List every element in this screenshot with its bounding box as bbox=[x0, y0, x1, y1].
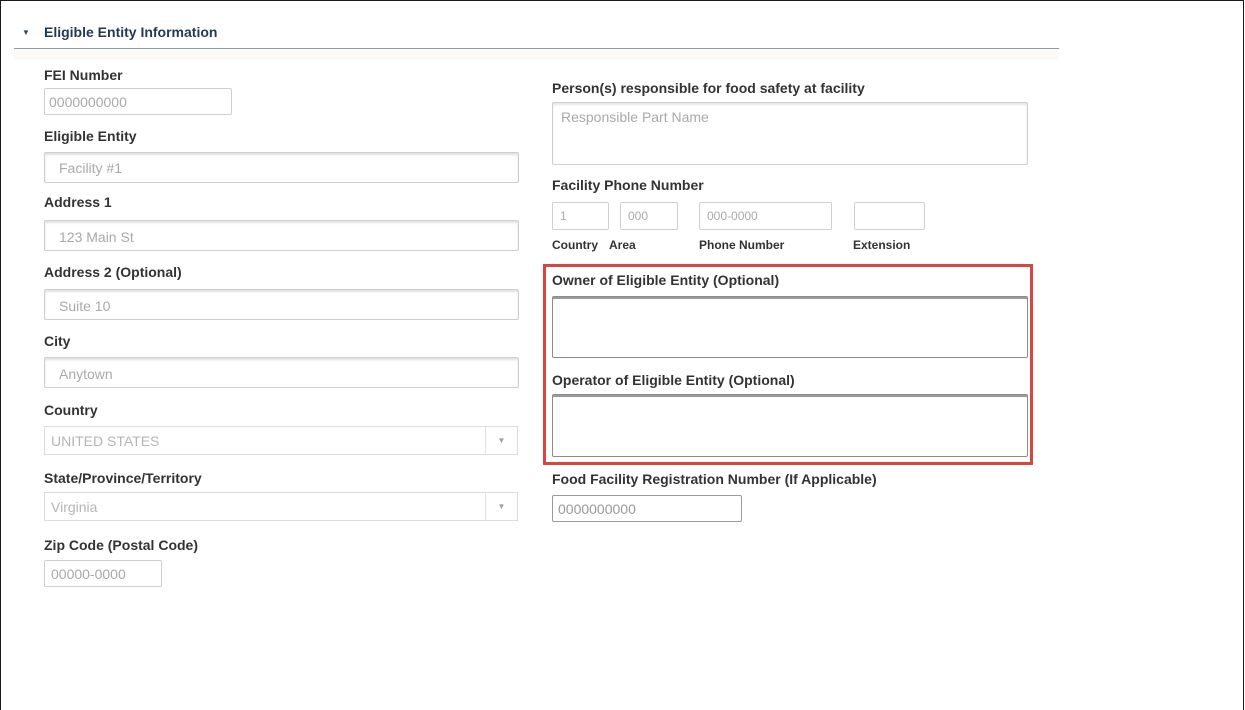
zip-input[interactable]: 00000-0000 bbox=[44, 560, 162, 587]
address1-label: Address 1 bbox=[44, 194, 112, 210]
caret-down-icon[interactable]: ▼ bbox=[22, 28, 30, 37]
phone-country-input[interactable]: 1 bbox=[552, 202, 609, 230]
fei-number-input[interactable]: 0000000000 bbox=[44, 88, 232, 115]
phone-extension-label: Extension bbox=[853, 238, 911, 252]
phone-label: Facility Phone Number bbox=[552, 177, 704, 193]
ffr-number-label: Food Facility Registration Number (If Ap… bbox=[552, 471, 877, 487]
phone-number-label: Phone Number bbox=[699, 238, 785, 252]
address2-input[interactable]: Suite 10 bbox=[44, 289, 519, 320]
phone-area-input[interactable]: 000 bbox=[620, 202, 678, 230]
section-body-tint bbox=[14, 50, 1059, 60]
phone-extension-input[interactable] bbox=[854, 202, 925, 230]
highlight-box bbox=[543, 264, 1033, 465]
country-select-value: UNITED STATES bbox=[51, 433, 160, 449]
section-title: Eligible Entity Information bbox=[44, 24, 218, 40]
city-label: City bbox=[44, 333, 71, 349]
address2-label: Address 2 (Optional) bbox=[44, 264, 182, 280]
phone-number-input[interactable]: 000-0000 bbox=[699, 202, 832, 230]
eligible-entity-input[interactable]: Facility #1 bbox=[44, 152, 519, 183]
address1-input[interactable]: 123 Main St bbox=[44, 220, 519, 251]
fei-number-label: FEI Number bbox=[44, 67, 123, 83]
dropdown-arrow-icon[interactable]: ▼ bbox=[485, 427, 517, 454]
country-select[interactable]: UNITED STATES ▼ bbox=[44, 426, 518, 455]
zip-label: Zip Code (Postal Code) bbox=[44, 537, 198, 553]
eligible-entity-label: Eligible Entity bbox=[44, 128, 137, 144]
phone-country-label: Country bbox=[552, 238, 598, 252]
dropdown-arrow-icon[interactable]: ▼ bbox=[485, 493, 517, 520]
state-select-value: Virginia bbox=[51, 499, 98, 515]
state-select[interactable]: Virginia ▼ bbox=[44, 492, 518, 521]
city-input[interactable]: Anytown bbox=[44, 357, 519, 388]
state-label: State/Province/Territory bbox=[44, 470, 202, 486]
country-label: Country bbox=[44, 402, 98, 418]
phone-area-label: Area bbox=[609, 238, 636, 252]
section-header-eligible-entity[interactable]: ▼ Eligible Entity Information bbox=[14, 18, 1059, 49]
responsible-label: Person(s) responsible for food safety at… bbox=[552, 80, 865, 96]
ffr-number-input[interactable]: 0000000000 bbox=[552, 495, 742, 522]
responsible-textarea[interactable]: Responsible Part Name bbox=[552, 102, 1028, 165]
